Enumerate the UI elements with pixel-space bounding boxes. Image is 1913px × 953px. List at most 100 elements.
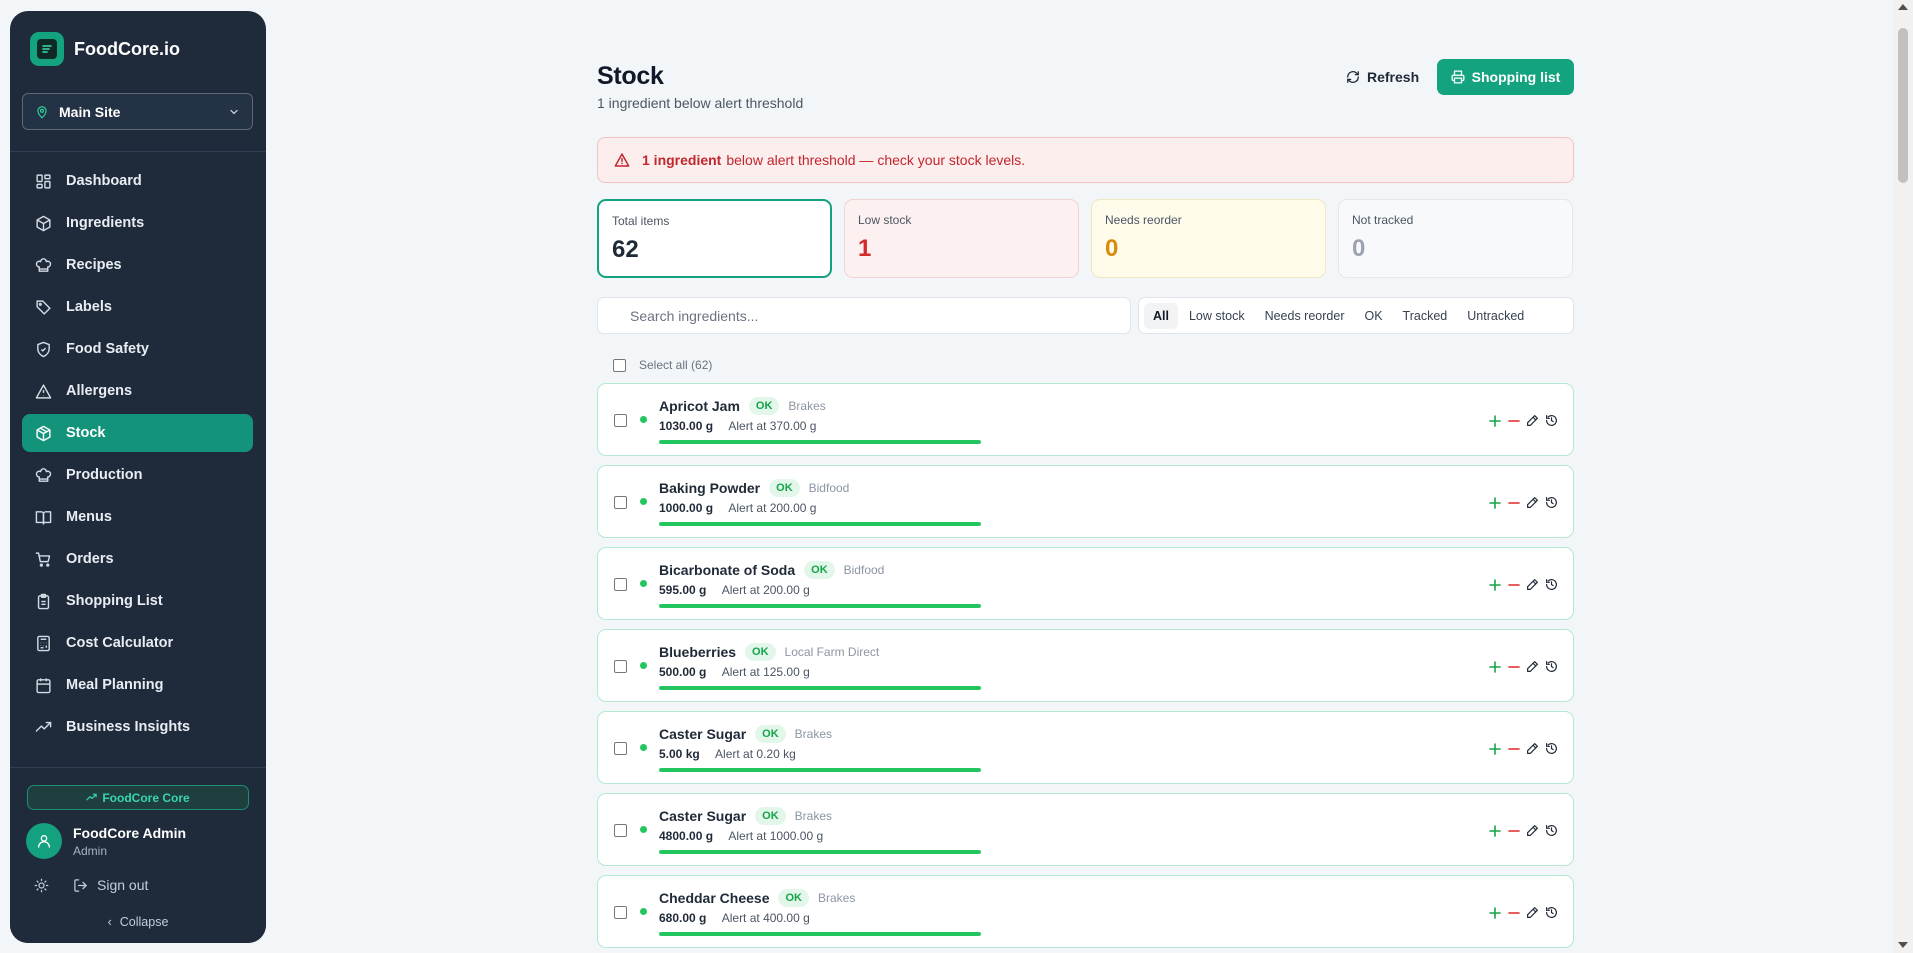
sidebar-item-labels[interactable]: Labels <box>22 288 253 326</box>
minus-icon[interactable] <box>1504 903 1523 922</box>
plus-icon[interactable] <box>1485 493 1504 512</box>
sidebar-item-food-safety[interactable]: Food Safety <box>22 330 253 368</box>
sidebar-item-recipes[interactable]: Recipes <box>22 246 253 284</box>
select-all-checkbox[interactable] <box>613 358 626 372</box>
scrollbar[interactable] <box>1893 0 1913 953</box>
sidebar-item-label: Labels <box>66 299 112 315</box>
select-all[interactable]: Select all (62) <box>613 358 712 372</box>
collapse-button[interactable]: ‹ Collapse <box>10 915 266 929</box>
minus-icon[interactable] <box>1504 821 1523 840</box>
scroll-up-arrow[interactable] <box>1898 4 1908 10</box>
plus-icon[interactable] <box>1485 821 1504 840</box>
edit-icon[interactable] <box>1523 493 1542 512</box>
filter-untracked[interactable]: Untracked <box>1458 303 1533 329</box>
sidebar-item-ingredients[interactable]: Ingredients <box>22 204 253 242</box>
scroll-thumb[interactable] <box>1898 28 1908 183</box>
user-profile[interactable]: FoodCore Admin Admin <box>26 823 186 859</box>
sidebar-item-cost-calculator[interactable]: Cost Calculator <box>22 624 253 662</box>
filter-needs-reorder[interactable]: Needs reorder <box>1256 303 1354 329</box>
history-icon[interactable] <box>1542 411 1561 430</box>
list-item[interactable]: Cheddar Cheese OK Brakes 680.00 g Alert … <box>597 875 1574 948</box>
list-item[interactable]: Caster Sugar OK Brakes 5.00 kg Alert at … <box>597 711 1574 784</box>
history-icon[interactable] <box>1542 493 1561 512</box>
plus-icon[interactable] <box>1485 411 1504 430</box>
status-dot <box>640 826 647 833</box>
signout-button[interactable]: Sign out <box>73 877 148 893</box>
row-checkbox[interactable] <box>614 824 627 837</box>
plan-badge-label: FoodCore Core <box>102 790 190 805</box>
filter-tracked[interactable]: Tracked <box>1394 303 1457 329</box>
sidebar-item-shopping-list[interactable]: Shopping List <box>22 582 253 620</box>
sidebar-item-allergens[interactable]: Allergens <box>22 372 253 410</box>
history-icon[interactable] <box>1542 575 1561 594</box>
list-item[interactable]: Caster Sugar OK Brakes 4800.00 g Alert a… <box>597 793 1574 866</box>
list-item[interactable]: Bicarbonate of Soda OK Bidfood 595.00 g … <box>597 547 1574 620</box>
stat-label: Low stock <box>858 213 912 227</box>
filter-all[interactable]: All <box>1144 302 1178 329</box>
history-icon[interactable] <box>1542 821 1561 840</box>
stat-low-stock[interactable]: Low stock 1 <box>844 199 1079 278</box>
sidebar-item-dashboard[interactable]: Dashboard <box>22 162 253 200</box>
alert-threshold: Alert at 400.00 g <box>721 911 810 925</box>
brand[interactable]: FoodCore.io <box>30 32 180 66</box>
row-checkbox[interactable] <box>614 496 627 509</box>
row-checkbox[interactable] <box>614 578 627 591</box>
stat-not-tracked[interactable]: Not tracked 0 <box>1338 199 1573 278</box>
minus-icon[interactable] <box>1504 739 1523 758</box>
edit-icon[interactable] <box>1523 903 1542 922</box>
filter-ok[interactable]: OK <box>1355 303 1391 329</box>
shopping-list-button[interactable]: Shopping list <box>1437 59 1574 95</box>
filter-tabs: All Low stock Needs reorder OK Tracked U… <box>1138 297 1574 334</box>
stock-level-bar <box>659 522 981 526</box>
list-item[interactable]: Blueberries OK Local Farm Direct 500.00 … <box>597 629 1574 702</box>
plus-icon[interactable] <box>1485 739 1504 758</box>
minus-icon[interactable] <box>1504 411 1523 430</box>
alert-count: 1 ingredient <box>642 152 722 168</box>
sidebar-item-production[interactable]: Production <box>22 456 253 494</box>
list-item[interactable]: Apricot Jam OK Brakes 1030.00 g Alert at… <box>597 383 1574 456</box>
site-select[interactable]: Main Site <box>22 93 253 130</box>
history-icon[interactable] <box>1542 657 1561 676</box>
row-checkbox[interactable] <box>614 906 627 919</box>
filter-low-stock[interactable]: Low stock <box>1180 303 1254 329</box>
stock-level-fill <box>659 932 981 936</box>
sidebar-item-menus[interactable]: Menus <box>22 498 253 536</box>
book-icon <box>34 508 52 526</box>
refresh-label: Refresh <box>1367 69 1420 85</box>
alert-threshold: Alert at 1000.00 g <box>728 829 824 843</box>
stat-total-items[interactable]: Total items 62 <box>597 199 832 278</box>
stock-level-bar <box>659 932 981 936</box>
edit-icon[interactable] <box>1523 575 1542 594</box>
plus-icon[interactable] <box>1485 903 1504 922</box>
sidebar-item-stock[interactable]: Stock <box>22 414 253 452</box>
minus-icon[interactable] <box>1504 493 1523 512</box>
row-checkbox[interactable] <box>614 742 627 755</box>
edit-icon[interactable] <box>1523 411 1542 430</box>
history-icon[interactable] <box>1542 739 1561 758</box>
stat-needs-reorder[interactable]: Needs reorder 0 <box>1091 199 1326 278</box>
stock-level-bar <box>659 686 981 690</box>
minus-icon[interactable] <box>1504 575 1523 594</box>
edit-icon[interactable] <box>1523 657 1542 676</box>
sidebar-item-business-insights[interactable]: Business Insights <box>22 708 253 746</box>
edit-icon[interactable] <box>1523 821 1542 840</box>
sun-icon[interactable] <box>34 878 49 893</box>
list-item[interactable]: Baking Powder OK Bidfood 1000.00 g Alert… <box>597 465 1574 538</box>
row-checkbox[interactable] <box>614 414 627 427</box>
sidebar-item-orders[interactable]: Orders <box>22 540 253 578</box>
plus-icon[interactable] <box>1485 575 1504 594</box>
plus-icon[interactable] <box>1485 657 1504 676</box>
document-icon <box>30 32 64 66</box>
scroll-down-arrow[interactable] <box>1898 942 1908 948</box>
supplier: Bidfood <box>808 481 850 495</box>
stock-level-fill <box>659 768 981 772</box>
plan-badge[interactable]: FoodCore Core <box>27 785 249 810</box>
refresh-button[interactable]: Refresh <box>1340 62 1425 92</box>
edit-icon[interactable] <box>1523 739 1542 758</box>
sidebar-item-meal-planning[interactable]: Meal Planning <box>22 666 253 704</box>
minus-icon[interactable] <box>1504 657 1523 676</box>
row-checkbox[interactable] <box>614 660 627 673</box>
search-input[interactable] <box>597 297 1131 334</box>
history-icon[interactable] <box>1542 903 1561 922</box>
user-name: FoodCore Admin <box>73 824 187 841</box>
